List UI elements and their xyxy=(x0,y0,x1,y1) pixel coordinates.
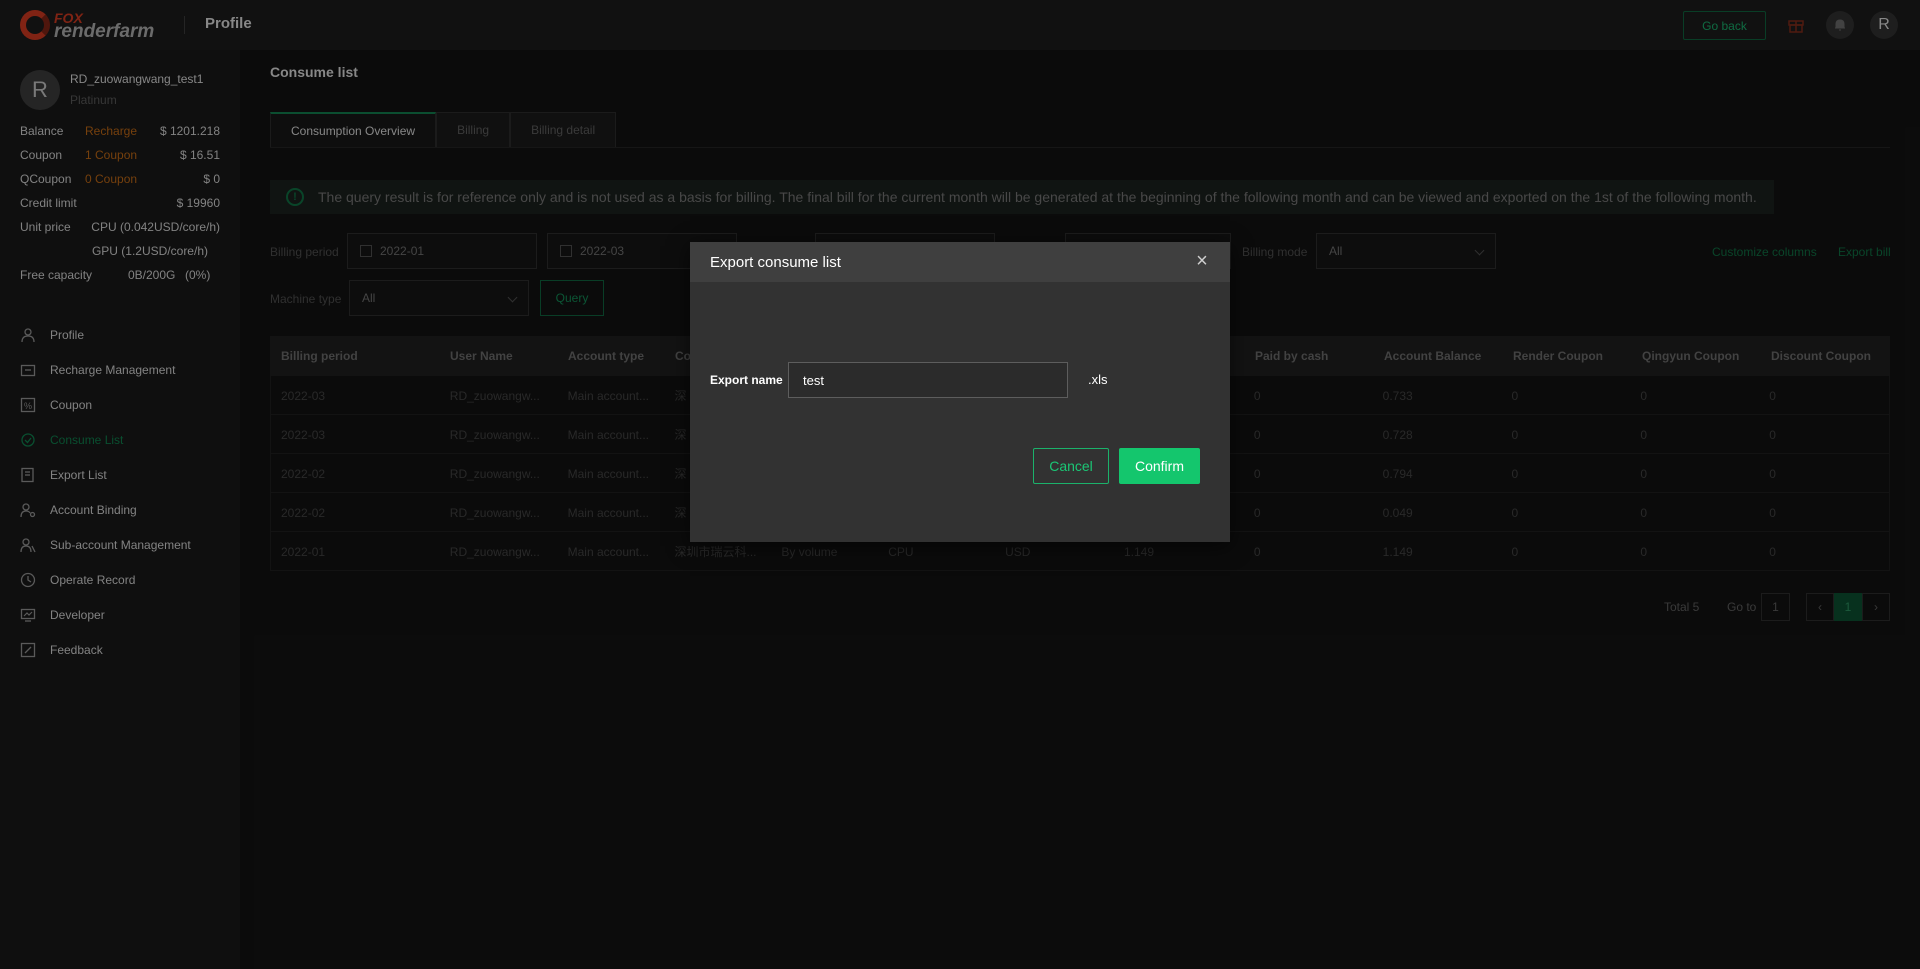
modal-title: Export consume list xyxy=(710,254,841,271)
export-modal: Export consume list × Export name .xls C… xyxy=(690,242,1230,542)
modal-header: Export consume list × xyxy=(690,242,1230,282)
app-root: FOX renderfarm Profile Go back R R RD_zu… xyxy=(0,0,1920,969)
close-icon[interactable]: × xyxy=(1194,251,1210,271)
export-name-label: Export name xyxy=(710,373,783,387)
confirm-button[interactable]: Confirm xyxy=(1119,448,1200,484)
file-extension: .xls xyxy=(1088,372,1108,387)
cancel-button[interactable]: Cancel xyxy=(1033,448,1109,484)
export-name-input[interactable] xyxy=(788,362,1068,398)
